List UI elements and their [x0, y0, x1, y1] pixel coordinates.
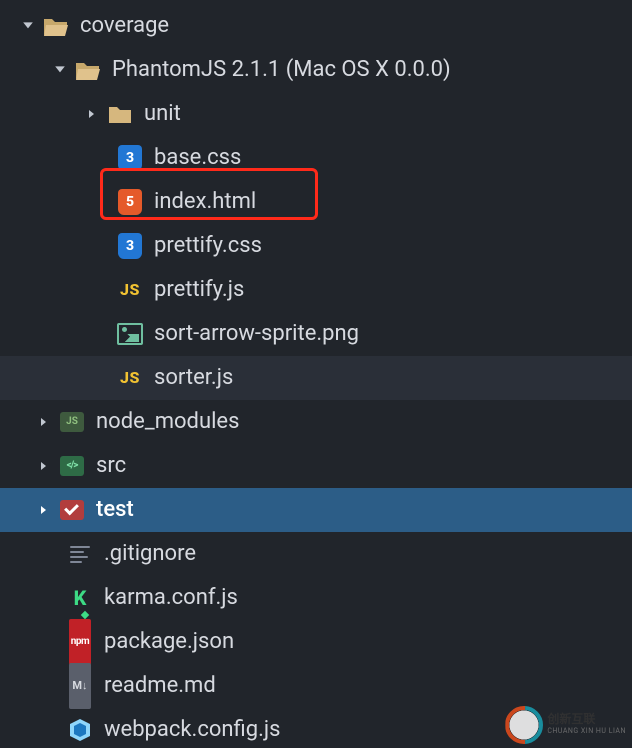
- tree-file-gitignore[interactable]: .gitignore: [0, 532, 632, 576]
- tree-file-karma-conf[interactable]: K karma.conf.js: [0, 576, 632, 620]
- tree-folder-unit[interactable]: unit: [0, 92, 632, 136]
- watermark: 创新互联 CHUANG XIN HU LIAN: [507, 708, 626, 742]
- tree-file-base-css[interactable]: 3 base.css: [0, 136, 632, 180]
- chevron-right-icon: [36, 460, 52, 472]
- watermark-text: 创新互联 CHUANG XIN HU LIAN: [547, 713, 626, 737]
- file-label: sorter.js: [154, 356, 233, 400]
- tree-file-sort-arrow-png[interactable]: sort-arrow-sprite.png: [0, 312, 632, 356]
- file-label: index.html: [154, 180, 256, 224]
- file-label: webpack.config.js: [104, 708, 281, 748]
- tree-folder-node-modules[interactable]: JS node_modules: [0, 400, 632, 444]
- tree-file-index-html[interactable]: 5 index.html: [0, 180, 632, 224]
- folder-node-modules-icon: JS: [58, 408, 86, 436]
- tree-file-prettify-css[interactable]: 3 prettify.css: [0, 224, 632, 268]
- file-label: readme.md: [104, 664, 216, 708]
- folder-label: src: [96, 444, 126, 488]
- npm-file-icon: npm: [66, 628, 94, 656]
- file-label: .gitignore: [104, 532, 196, 576]
- tree-folder-coverage[interactable]: coverage: [0, 4, 632, 48]
- js-file-icon: JS: [116, 276, 144, 304]
- css-file-icon: 3: [116, 232, 144, 260]
- folder-label: node_modules: [96, 400, 239, 444]
- chevron-down-icon: [20, 20, 36, 32]
- tree-folder-phantomjs[interactable]: PhantomJS 2.1.1 (Mac OS X 0.0.0): [0, 48, 632, 92]
- css-file-icon: 3: [116, 144, 144, 172]
- folder-open-icon: [74, 56, 102, 84]
- tree-file-sorter-js[interactable]: JS sorter.js: [0, 356, 632, 400]
- karma-file-icon: K: [66, 584, 94, 612]
- folder-src-icon: [58, 452, 86, 480]
- folder-label: PhantomJS 2.1.1 (Mac OS X 0.0.0): [112, 48, 451, 92]
- folder-label: test: [96, 488, 134, 532]
- folder-test-icon: [58, 496, 86, 524]
- chevron-down-icon: [52, 64, 68, 76]
- tree-file-readme-md[interactable]: M↓ readme.md: [0, 664, 632, 708]
- file-label: karma.conf.js: [104, 576, 238, 620]
- js-file-icon: JS: [116, 364, 144, 392]
- file-label: package.json: [104, 620, 234, 664]
- markdown-file-icon: M↓: [66, 672, 94, 700]
- folder-open-icon: [42, 12, 70, 40]
- webpack-file-icon: [66, 718, 94, 742]
- chevron-right-icon: [84, 108, 100, 120]
- html-file-icon: 5: [116, 188, 144, 216]
- tree-folder-test[interactable]: test: [0, 488, 632, 532]
- chevron-right-icon: [36, 416, 52, 428]
- file-label: sort-arrow-sprite.png: [154, 312, 359, 356]
- folder-label: unit: [144, 92, 181, 136]
- folder-label: coverage: [80, 4, 169, 48]
- chevron-right-icon: [36, 504, 52, 516]
- file-label: prettify.js: [154, 268, 244, 312]
- image-file-icon: [116, 320, 144, 348]
- file-tree: coverage PhantomJS 2.1.1 (Mac OS X 0.0.0…: [0, 0, 632, 748]
- file-label: prettify.css: [154, 224, 262, 268]
- watermark-logo-icon: [507, 708, 541, 742]
- tree-file-prettify-js[interactable]: JS prettify.js: [0, 268, 632, 312]
- text-file-icon: [66, 540, 94, 568]
- tree-folder-src[interactable]: src: [0, 444, 632, 488]
- folder-closed-icon: [106, 100, 134, 128]
- tree-file-package-json[interactable]: npm package.json: [0, 620, 632, 664]
- file-label: base.css: [154, 136, 241, 180]
